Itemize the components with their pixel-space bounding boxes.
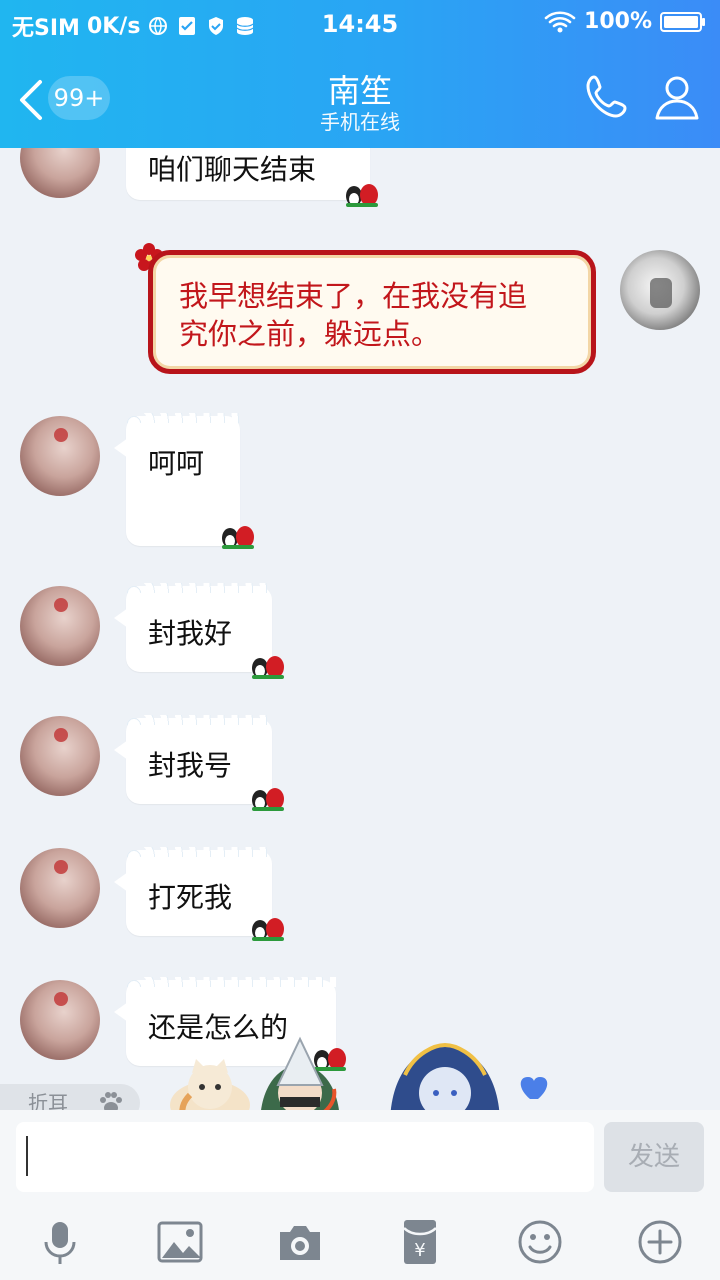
wifi-icon xyxy=(544,10,576,33)
qq-penguin-sticker-icon xyxy=(222,526,254,549)
red-packet-icon: ¥ xyxy=(403,1220,437,1264)
emoji-icon xyxy=(518,1220,562,1264)
qq-penguin-sticker-icon xyxy=(252,918,284,941)
contact-avatar[interactable] xyxy=(20,980,100,1060)
message-text: 咱们聊天结束 xyxy=(148,153,317,186)
camera-icon xyxy=(280,1226,320,1260)
message-bubble[interactable]: 咱们聊天结束 xyxy=(126,148,370,200)
status-bar: 无SIM 0K/s 14:45 100% xyxy=(0,0,720,50)
profile-button[interactable] xyxy=(652,72,704,124)
battery-percent: 100% xyxy=(584,9,652,34)
qq-penguin-sticker-icon xyxy=(346,184,378,207)
message-text: 呵呵 xyxy=(148,447,205,480)
input-bar: 发送 xyxy=(0,1110,720,1206)
message-text: 封我号 xyxy=(148,749,233,782)
contact-avatar[interactable] xyxy=(20,848,100,928)
message-text: 封我好 xyxy=(148,617,233,650)
blue-heart-icon xyxy=(520,1077,548,1099)
image-icon xyxy=(157,1221,203,1263)
phone-icon xyxy=(582,75,632,126)
message-input[interactable] xyxy=(16,1122,594,1192)
contact-avatar[interactable] xyxy=(20,148,100,198)
contact-avatar[interactable] xyxy=(20,716,100,796)
qq-penguin-sticker-icon xyxy=(252,788,284,811)
plus-icon xyxy=(638,1220,682,1264)
mic-icon xyxy=(44,1222,76,1264)
top-bar: 无SIM 0K/s 14:45 100% 99+ 南笙 手机在线 xyxy=(0,0,720,148)
emoji-button[interactable] xyxy=(516,1218,564,1266)
message-text: 打死我 xyxy=(148,881,233,914)
nav-bar: 99+ 南笙 手机在线 xyxy=(0,50,720,148)
status-right: 100% xyxy=(544,9,706,34)
call-button[interactable] xyxy=(582,72,634,124)
my-message-line-2: 究你之前，躲远点。 xyxy=(179,317,441,351)
camera-button[interactable] xyxy=(276,1218,324,1266)
send-button[interactable]: 发送 xyxy=(604,1122,704,1192)
more-button[interactable] xyxy=(636,1218,684,1266)
battery-icon xyxy=(660,11,706,33)
my-avatar[interactable] xyxy=(620,250,700,330)
red-packet-button[interactable]: ¥ xyxy=(396,1218,444,1266)
contact-avatar[interactable] xyxy=(20,586,100,666)
contact-avatar[interactable] xyxy=(20,416,100,496)
photo-button[interactable] xyxy=(156,1218,204,1266)
text-cursor xyxy=(26,1136,28,1176)
qq-penguin-sticker-icon xyxy=(252,656,284,679)
bottom-toolbar: ¥ xyxy=(0,1206,720,1280)
svg-text:¥: ¥ xyxy=(414,1240,425,1261)
voice-button[interactable] xyxy=(36,1218,84,1266)
chat-area[interactable]: 咱们聊天结束 我早想结束了，在我没有追 究你之前，躲远点。 呵呵 封我好 封我号… xyxy=(0,148,720,1110)
my-message-bubble[interactable]: 我早想结束了，在我没有追 究你之前，躲远点。 xyxy=(148,250,596,374)
my-message-line-1: 我早想结束了，在我没有追 xyxy=(179,279,528,313)
profile-icon xyxy=(652,76,702,126)
